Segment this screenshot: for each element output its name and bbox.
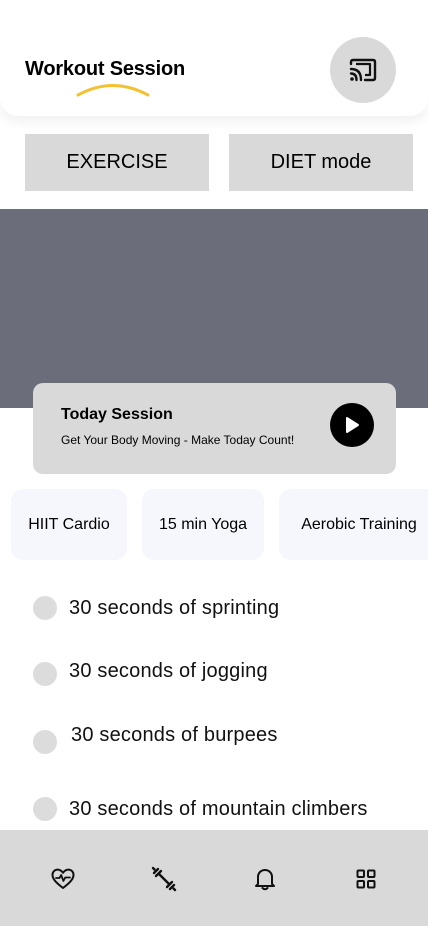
nav-workout-button[interactable]	[151, 866, 177, 892]
session-subtitle: Get Your Body Moving - Make Today Count!	[61, 433, 295, 447]
session-title: Today Session	[61, 406, 173, 423]
grid-icon	[356, 869, 376, 889]
exercise-radio[interactable]	[33, 797, 57, 821]
exercise-label: 30 seconds of sprinting	[69, 596, 280, 619]
category-chip-yoga[interactable]: 15 min Yoga	[142, 489, 264, 560]
exercise-label: 30 seconds of jogging	[69, 659, 268, 682]
heart-pulse-icon	[51, 868, 75, 889]
exercise-radio[interactable]	[33, 596, 57, 620]
nav-menu-button[interactable]	[353, 866, 379, 892]
exercise-item[interactable]: 30 seconds of sprinting	[33, 594, 279, 622]
title-underline-decoration	[76, 84, 150, 97]
page-title: Workout Session	[25, 58, 185, 80]
category-chip-aerobic[interactable]: Aerobic Training	[279, 489, 428, 560]
play-button[interactable]	[330, 403, 374, 447]
cast-icon	[349, 58, 377, 82]
exercise-item[interactable]: 30 seconds of mountain climbers	[33, 795, 368, 823]
exercise-radio[interactable]	[33, 729, 57, 754]
category-chips: HIIT Cardio 15 min Yoga Aerobic Training	[0, 489, 428, 561]
exercise-label: 30 seconds of mountain climbers	[69, 797, 368, 820]
exercise-radio[interactable]	[33, 662, 57, 686]
dumbbell-icon	[151, 866, 177, 892]
today-session-card[interactable]: Today Session Get Your Body Moving - Mak…	[33, 383, 396, 474]
nav-health-button[interactable]	[50, 866, 76, 892]
play-icon	[346, 417, 359, 433]
bottom-navigation	[0, 830, 428, 926]
exercise-label: 30 seconds of burpees	[71, 723, 278, 746]
bell-icon	[255, 869, 275, 891]
nav-notifications-button[interactable]	[252, 866, 278, 892]
category-chip-hiit-cardio[interactable]: HIIT Cardio	[11, 489, 127, 560]
diet-mode-button[interactable]: DIET mode	[229, 134, 413, 191]
hero-banner	[0, 209, 428, 408]
exercise-mode-button[interactable]: EXERCISE	[25, 134, 209, 191]
app-header: Workout Session	[0, 0, 428, 116]
cast-button[interactable]	[330, 37, 396, 103]
exercise-item[interactable]: 30 seconds of burpees	[33, 721, 278, 754]
exercise-item[interactable]: 30 seconds of jogging	[33, 657, 268, 686]
